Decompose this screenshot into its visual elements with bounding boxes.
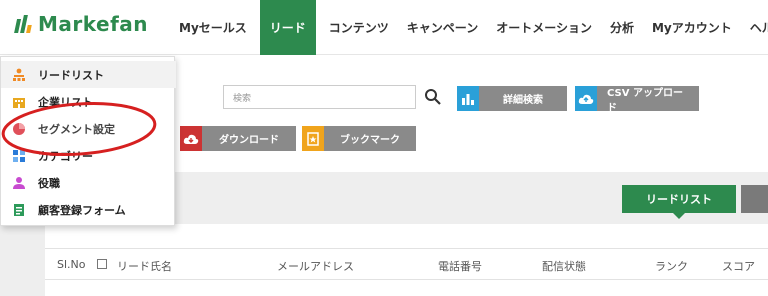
column-header-lead-name[interactable]: リード氏名: [117, 258, 172, 274]
search-input-label: 検索: [233, 94, 252, 104]
building-icon: [12, 95, 26, 109]
csv-upload-button[interactable]: CSV アップロード: [575, 86, 699, 114]
person-icon: [12, 176, 26, 190]
pie-chart-icon: [12, 122, 26, 136]
column-header-score[interactable]: スコア: [722, 258, 755, 274]
menu-item-job-title[interactable]: 役職: [1, 169, 176, 196]
menu-item-customer-form[interactable]: 顧客登録フォーム: [1, 196, 176, 223]
bookmark-icon: [302, 126, 324, 151]
download-button[interactable]: ダウンロード: [180, 126, 296, 151]
column-header-email[interactable]: メールアドレス: [277, 258, 354, 274]
search-input[interactable]: 検索: [223, 85, 416, 109]
select-all-checkbox[interactable]: [97, 258, 107, 271]
org-chart-icon: [12, 68, 26, 82]
lead-dropdown-menu: リードリスト 企業リスト セグメント設定 カテゴリー 役職 顧客登録フォーム: [0, 56, 176, 226]
nav-item-automation[interactable]: オートメーション: [487, 0, 601, 55]
column-header-phone[interactable]: 電話番号: [438, 258, 482, 274]
menu-item-lead-list[interactable]: リードリスト: [1, 61, 176, 88]
download-label: ダウンロード: [219, 135, 279, 146]
menu-item-company-list[interactable]: 企業リスト: [1, 88, 176, 115]
detail-search-label: 詳細検索: [503, 95, 543, 106]
menu-item-label: 企業リスト: [38, 95, 93, 109]
nav-item-my-account[interactable]: Myアカウント: [643, 0, 741, 55]
menu-item-label: カテゴリー: [38, 149, 93, 163]
menu-item-segment-settings[interactable]: セグメント設定: [1, 115, 176, 142]
cloud-download-icon: [180, 126, 202, 151]
nav-item-contents[interactable]: コンテンツ: [320, 0, 398, 55]
nav-item-help[interactable]: ヘルプ: [741, 0, 768, 55]
brand-logo[interactable]: Markefan: [14, 12, 149, 36]
cloud-upload-icon: [575, 86, 597, 111]
column-header-sl-no[interactable]: Sl.No: [57, 258, 86, 271]
search-icon[interactable]: [424, 88, 442, 106]
detail-search-button[interactable]: 詳細検索: [457, 86, 567, 111]
bookmark-label: ブックマーク: [340, 135, 400, 146]
left-rail: [0, 224, 45, 296]
lead-table-header: Sl.No リード氏名 メールアドレス 電話番号 配信状態 ランク スコア: [45, 248, 768, 280]
top-navigation-bar: Markefan Myセールス リード コンテンツ キャンペーン オートメーショ…: [0, 0, 768, 55]
menu-item-label: セグメント設定: [38, 122, 115, 136]
menu-item-label: 顧客登録フォーム: [38, 203, 126, 217]
nav-item-lead[interactable]: リード: [259, 0, 316, 55]
nav-item-my-sales[interactable]: Myセールス: [170, 0, 256, 55]
column-header-delivery-status[interactable]: 配信状態: [542, 258, 586, 274]
bookmark-button[interactable]: ブックマーク: [302, 126, 416, 151]
main-nav: Myセールス リード コンテンツ キャンペーン オートメーション 分析 Myアカ…: [170, 0, 768, 55]
chart-bars-icon: [457, 86, 479, 111]
nav-item-analytics[interactable]: 分析: [601, 0, 643, 55]
category-icon: [12, 149, 26, 163]
menu-item-label: リードリスト: [38, 68, 104, 82]
nav-item-campaign[interactable]: キャンペーン: [398, 0, 487, 55]
csv-upload-label: CSV アップロード: [607, 87, 683, 114]
logo-mark-icon: [14, 15, 34, 33]
logo-text: Markefan: [38, 12, 149, 36]
tab-secondary[interactable]: [741, 185, 768, 213]
column-header-rank[interactable]: ランク: [655, 258, 688, 274]
menu-item-category[interactable]: カテゴリー: [1, 142, 176, 169]
tab-lead-list[interactable]: リードリスト: [622, 185, 736, 219]
form-icon: [12, 203, 26, 217]
menu-item-label: 役職: [38, 176, 60, 190]
